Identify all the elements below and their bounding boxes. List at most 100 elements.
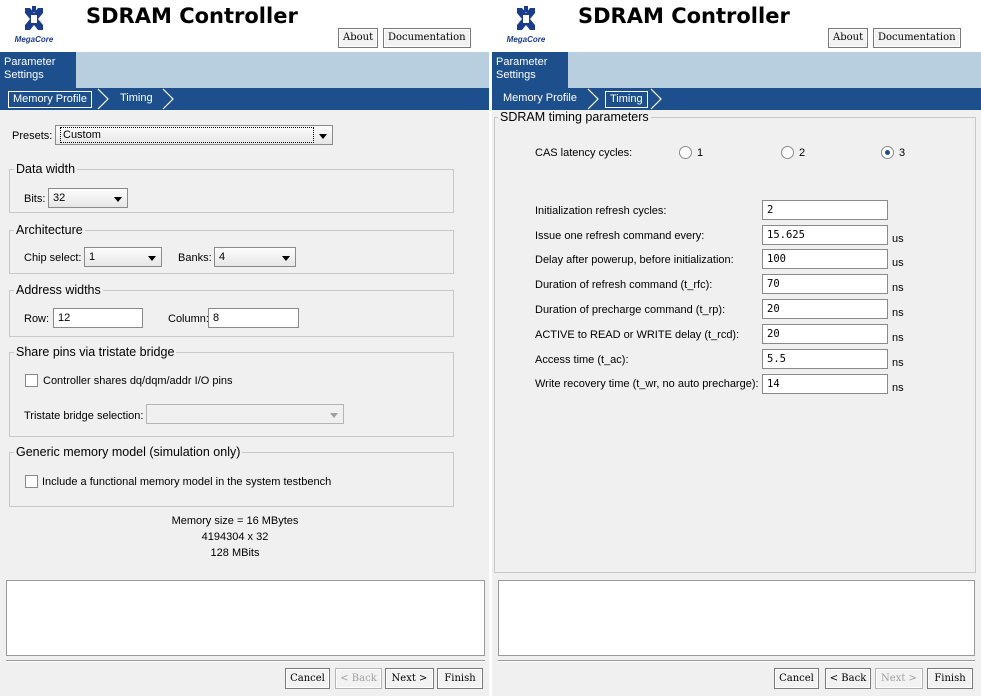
- timing-row-label: Initialization refresh cycles:: [535, 205, 667, 217]
- timing-row-label: Issue one refresh command every:: [535, 230, 705, 242]
- timing-row-label: Duration of precharge command (t_rp):: [535, 304, 726, 316]
- megacore-logo-icon: [25, 6, 43, 30]
- cas-latency-label: CAS latency cycles:: [535, 147, 633, 159]
- breadcrumb-nav: Memory Profile Timing: [0, 88, 489, 110]
- chevron-right-icon: [587, 88, 599, 110]
- tab-label-line2: Settings: [496, 69, 536, 81]
- timing-row-label: Write recovery time (t_wr, no auto prech…: [535, 378, 759, 390]
- nav-timing[interactable]: Timing: [116, 91, 157, 108]
- chevron-right-icon: [650, 88, 662, 110]
- memory-mbits-text: 128 MBits: [210, 547, 260, 559]
- chip-select-label: Chip select:: [24, 252, 82, 264]
- banks-value: 4: [219, 251, 226, 263]
- t-ac-input[interactable]: 5.5: [762, 349, 888, 369]
- tab-parameter-settings[interactable]: Parameter Settings: [0, 52, 76, 88]
- tab-label-line1: Parameter: [496, 56, 548, 68]
- init-refresh-input[interactable]: 2: [762, 200, 888, 220]
- cas-radio-1[interactable]: [679, 146, 692, 159]
- finish-button[interactable]: Finish: [437, 668, 483, 689]
- nav-memory-profile[interactable]: Memory Profile: [8, 91, 92, 108]
- memory-summary: Memory size = 16 MBytes 4194304 x 32 128…: [90, 513, 380, 561]
- finish-button[interactable]: Finish: [927, 668, 973, 689]
- presets-label: Presets:: [12, 130, 53, 142]
- controller-shares-checkbox[interactable]: [25, 374, 38, 387]
- timing-row-label: Access time (t_ac):: [535, 354, 629, 366]
- megacore-logo: MegaCore: [11, 4, 57, 48]
- timing-row-unit: ns: [892, 307, 904, 319]
- presets-value: Custom: [60, 127, 314, 143]
- message-box: [498, 580, 975, 656]
- chevron-right-icon: [162, 88, 174, 110]
- back-button[interactable]: < Back: [825, 668, 871, 689]
- documentation-button[interactable]: Documentation: [873, 28, 961, 48]
- tab-label-line1: Parameter: [4, 56, 56, 68]
- right-wizard-panel: MegaCore SDRAM Controller About Document…: [492, 0, 981, 696]
- tristate-group: [9, 352, 454, 437]
- left-wizard-panel: MegaCore SDRAM Controller About Document…: [0, 0, 489, 696]
- t-wr-input[interactable]: 14: [762, 374, 888, 394]
- row-label: Row:: [24, 313, 50, 325]
- chevron-down-icon: [282, 256, 290, 261]
- timing-row-unit: ns: [892, 382, 904, 394]
- timing-row-unit: ns: [892, 357, 904, 369]
- timing-row-unit: us: [892, 257, 904, 269]
- nav-memory-profile[interactable]: Memory Profile: [499, 91, 581, 108]
- chevron-down-icon: [330, 413, 338, 418]
- row-input[interactable]: 12: [53, 308, 143, 328]
- chevron-down-icon: [319, 134, 327, 139]
- chip-select-select[interactable]: 1: [84, 247, 162, 267]
- cas-option-2: 2: [799, 147, 806, 159]
- bits-value: 32: [53, 192, 66, 204]
- about-button[interactable]: About: [828, 28, 868, 48]
- footer-separator: [6, 660, 485, 662]
- cas-radio-3[interactable]: [881, 146, 894, 159]
- timing-title: SDRAM timing parameters: [498, 110, 651, 124]
- footer-separator: [498, 660, 975, 662]
- cas-option-3: 3: [899, 147, 906, 159]
- column-input[interactable]: 8: [208, 308, 299, 328]
- next-button[interactable]: Next >: [385, 668, 434, 689]
- cancel-button[interactable]: Cancel: [774, 668, 819, 689]
- powerup-delay-input[interactable]: 100: [762, 249, 888, 269]
- chip-select-value: 1: [89, 251, 96, 263]
- timing-row-unit: us: [892, 233, 904, 245]
- tristate-bridge-label: Tristate bridge selection:: [24, 410, 144, 422]
- about-button[interactable]: About: [338, 28, 378, 48]
- timing-row-unit: ns: [892, 332, 904, 344]
- t-rp-input[interactable]: 20: [762, 299, 888, 319]
- tab-strip: Parameter Settings: [492, 52, 981, 88]
- next-button[interactable]: Next >: [875, 668, 923, 689]
- tab-strip: Parameter Settings: [0, 52, 489, 88]
- tab-parameter-settings[interactable]: Parameter Settings: [492, 52, 568, 88]
- timing-row-label: ACTIVE to READ or WRITE delay (t_rcd):: [535, 329, 740, 341]
- cas-radio-2[interactable]: [781, 146, 794, 159]
- documentation-button[interactable]: Documentation: [383, 28, 471, 48]
- banks-select[interactable]: 4: [214, 247, 296, 267]
- tab-label-line2: Settings: [4, 69, 44, 81]
- memory-size-text: Memory size = 16 MBytes: [171, 515, 299, 527]
- timing-row-unit: ns: [892, 282, 904, 294]
- data-width-title: Data width: [14, 162, 78, 176]
- t-rcd-input[interactable]: 20: [762, 324, 888, 344]
- chevron-down-icon: [148, 256, 156, 261]
- controller-shares-label: Controller shares dq/dqm/addr I/O pins: [43, 375, 233, 387]
- address-widths-title: Address widths: [14, 283, 103, 297]
- memory-model-title: Generic memory model (simulation only): [14, 445, 243, 459]
- tristate-title: Share pins via tristate bridge: [14, 345, 177, 359]
- logo-text: MegaCore: [14, 35, 54, 44]
- presets-select[interactable]: Custom: [55, 125, 333, 145]
- logo-text: MegaCore: [506, 35, 546, 44]
- cancel-button[interactable]: Cancel: [285, 668, 330, 689]
- tristate-bridge-select[interactable]: [146, 404, 344, 424]
- megacore-logo: MegaCore: [503, 4, 549, 48]
- t-rfc-input[interactable]: 70: [762, 274, 888, 294]
- timing-group: [494, 117, 976, 573]
- back-button[interactable]: < Back: [335, 668, 382, 689]
- refresh-interval-input[interactable]: 15.625: [762, 225, 888, 245]
- memory-model-label: Include a functional memory model in the…: [42, 476, 332, 488]
- nav-timing[interactable]: Timing: [605, 91, 648, 108]
- app-title: SDRAM Controller: [86, 4, 298, 28]
- header: MegaCore SDRAM Controller About Document…: [0, 0, 489, 52]
- memory-model-checkbox[interactable]: [25, 475, 38, 488]
- bits-select[interactable]: 32: [48, 188, 128, 208]
